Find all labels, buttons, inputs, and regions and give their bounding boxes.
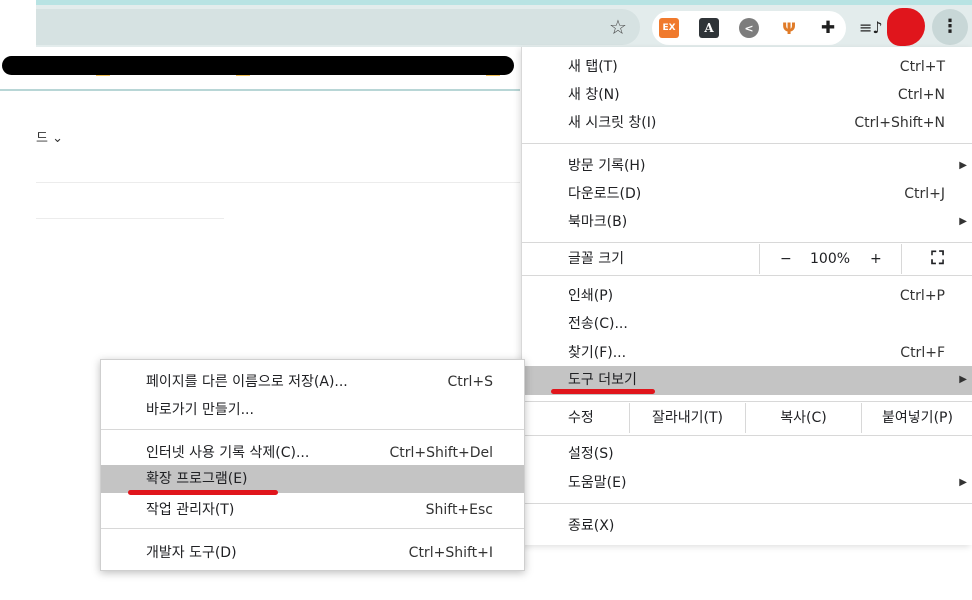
chrome-main-menu: 새 탭(T) Ctrl+T 새 창(N) Ctrl+N 새 시크릿 창(I) C… — [521, 47, 972, 545]
menu-separator — [101, 429, 524, 430]
menu-item-print[interactable]: 인쇄(P) Ctrl+P — [522, 282, 972, 310]
plant-extension-icon[interactable]: Ψ — [779, 18, 799, 38]
menu-item-bookmarks[interactable]: 북마크(B) ▶ — [522, 208, 972, 236]
menu-separator — [522, 401, 972, 402]
ex-extension-icon[interactable]: EX — [659, 18, 679, 38]
menu-item-downloads[interactable]: 다운로드(D) Ctrl+J — [522, 180, 972, 208]
menu-item-incognito[interactable]: 새 시크릿 창(I) Ctrl+Shift+N — [522, 109, 972, 137]
submenu-item-dev-tools[interactable]: 개발자 도구(D) Ctrl+Shift+I — [101, 539, 524, 567]
redaction-mark — [2, 56, 514, 75]
zoom-value: 100% — [810, 251, 851, 267]
submenu-item-clear-data[interactable]: 인터넷 사용 기록 삭제(C)... Ctrl+Shift+Del — [101, 439, 524, 467]
paste-button[interactable]: 붙여넣기(P) — [861, 403, 972, 433]
menu-item-settings[interactable]: 설정(S) — [522, 440, 972, 468]
page-divider — [36, 182, 520, 183]
submenu-item-extensions[interactable]: 확장 프로그램(E) — [101, 465, 524, 493]
page-divider — [36, 218, 224, 219]
edit-label: 수정 — [568, 410, 594, 426]
menu-separator — [522, 275, 972, 276]
submenu-arrow-icon: ▶ — [959, 160, 967, 171]
copy-button[interactable]: 복사(C) — [745, 403, 861, 433]
menu-item-exit[interactable]: 종료(X) — [522, 512, 972, 540]
menu-item-find[interactable]: 찾기(F)... Ctrl+F — [522, 339, 972, 367]
media-control-icon[interactable]: ≡♪ — [859, 18, 883, 38]
submenu-item-save-page[interactable]: 페이지를 다른 이름으로 저장(A)... Ctrl+S — [101, 368, 524, 396]
submenu-arrow-icon: ▶ — [959, 374, 967, 385]
menu-separator — [522, 503, 972, 504]
share-extension-icon[interactable]: < — [739, 18, 759, 38]
submenu-arrow-icon: ▶ — [959, 477, 967, 488]
menu-separator — [522, 143, 972, 144]
page-dropdown-fragment[interactable]: 드 ⌄ — [36, 127, 63, 146]
zoom-out-button[interactable]: − — [780, 244, 792, 274]
menu-zoom-row: 글꼴 크기 − 100% + ⛶ — [522, 244, 972, 274]
chrome-menu-button[interactable]: ⋮ — [932, 9, 968, 45]
menu-edit-row: 수정 잘라내기(T) 복사(C) 붙여넣기(P) — [522, 403, 972, 433]
more-tools-submenu: 페이지를 다른 이름으로 저장(A)... Ctrl+S 바로가기 만들기...… — [100, 359, 525, 571]
zoom-label: 글꼴 크기 — [568, 251, 624, 267]
menu-separator — [101, 528, 524, 529]
address-bar[interactable] — [36, 9, 640, 45]
fullscreen-icon[interactable]: ⛶ — [901, 244, 972, 274]
menu-separator — [522, 242, 972, 243]
annotation-underline — [551, 389, 655, 394]
menu-item-cast[interactable]: 전송(C)... — [522, 310, 972, 338]
font-a-extension-icon[interactable]: A — [699, 18, 719, 38]
submenu-item-task-manager[interactable]: 작업 관리자(T) Shift+Esc — [101, 496, 524, 524]
menu-item-history[interactable]: 방문 기록(H) ▶ — [522, 152, 972, 180]
menu-item-new-window[interactable]: 새 창(N) Ctrl+N — [522, 81, 972, 109]
menu-item-new-tab[interactable]: 새 탭(T) Ctrl+T — [522, 53, 972, 81]
annotation-underline — [128, 490, 278, 495]
star-icon[interactable]: ☆ — [606, 15, 630, 39]
menu-item-help[interactable]: 도움말(E) ▶ — [522, 469, 972, 497]
zoom-controls: − 100% + — [759, 244, 889, 274]
zoom-in-button[interactable]: + — [870, 244, 882, 274]
submenu-item-create-shortcut[interactable]: 바로가기 만들기... — [101, 396, 524, 424]
submenu-arrow-icon: ▶ — [959, 216, 967, 227]
menu-separator — [522, 435, 972, 436]
puzzle-extensions-icon[interactable]: ✚ — [818, 18, 838, 38]
cut-button[interactable]: 잘라내기(T) — [629, 403, 745, 433]
